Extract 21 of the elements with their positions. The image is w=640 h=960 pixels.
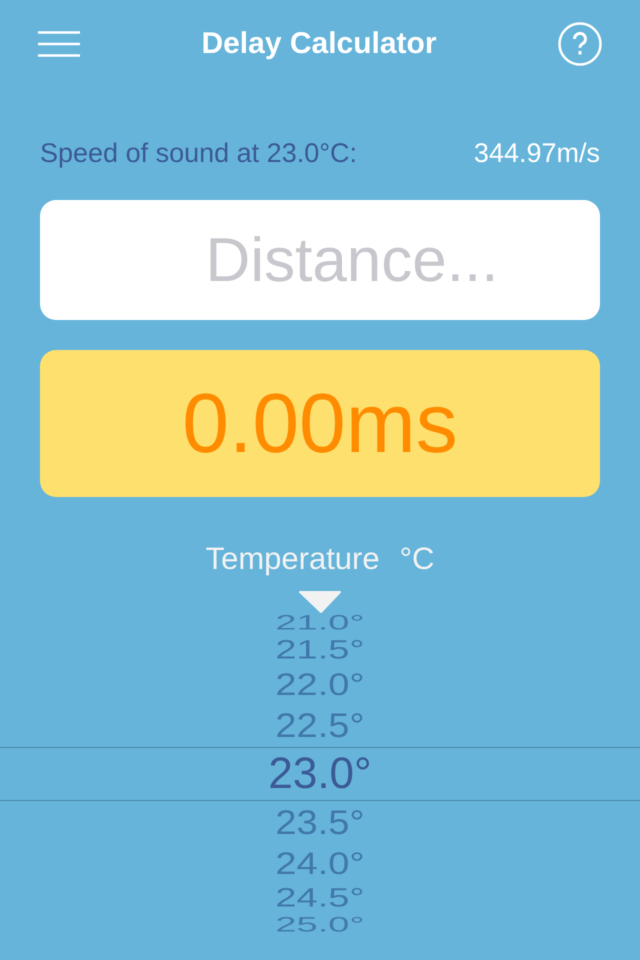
distance-field[interactable]: Distance... xyxy=(40,200,600,320)
temperature-option[interactable]: 21.5° xyxy=(275,636,365,664)
temperature-option[interactable]: 22.5° xyxy=(275,708,365,743)
menu-button[interactable] xyxy=(38,31,80,57)
temperature-option[interactable]: 24.5° xyxy=(275,884,365,912)
delay-result: 0.00ms xyxy=(40,350,600,497)
temperature-option[interactable]: 25.0° xyxy=(275,914,365,936)
temperature-option[interactable]: 24.0° xyxy=(275,848,365,880)
speed-label: Speed of sound at 23.0°C: xyxy=(40,138,358,168)
screen-title: Delay Calculator xyxy=(201,27,437,61)
temperature-option[interactable]: 23.5° xyxy=(275,805,365,840)
temperature-unit: °C xyxy=(400,541,434,577)
help-button[interactable] xyxy=(558,22,602,66)
help-icon xyxy=(558,22,602,66)
speed-value: 344.97m/s xyxy=(474,138,600,168)
temperature-label: Temperature xyxy=(206,541,380,577)
pointer-icon xyxy=(299,591,341,613)
temperature-option[interactable]: 23.0° xyxy=(268,752,372,796)
menu-icon xyxy=(38,31,80,57)
temperature-option[interactable]: 22.0° xyxy=(275,668,365,700)
temperature-option[interactable]: 21.0° xyxy=(275,612,365,634)
